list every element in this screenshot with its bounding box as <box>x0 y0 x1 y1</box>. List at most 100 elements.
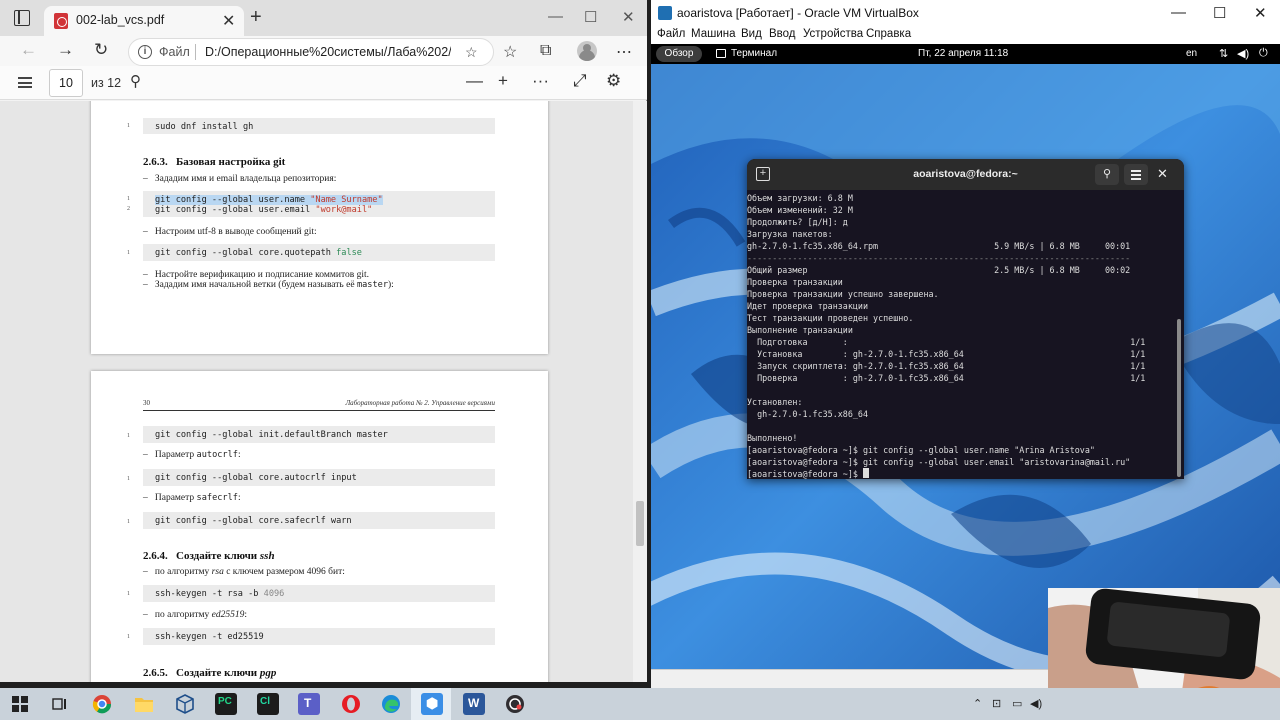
windows-start-icon[interactable] <box>12 696 28 712</box>
chrome-icon[interactable] <box>92 694 112 714</box>
line-number: 1 <box>127 433 130 439</box>
page-number-input[interactable]: 10 <box>49 69 83 97</box>
menu-file[interactable]: Файл <box>657 28 685 40</box>
table-of-contents-icon[interactable] <box>18 77 32 88</box>
list-item-text: : <box>237 450 241 460</box>
address-bar[interactable]: i Файл D:/Операционные%20системы/Лаба%20… <box>128 38 494 66</box>
favorite-add-icon[interactable]: ☆ <box>465 44 478 61</box>
maximize-icon[interactable]: ☐ <box>1213 4 1226 22</box>
back-icon[interactable]: ← <box>20 40 37 60</box>
tray-network-icon[interactable]: ▭ <box>1012 697 1022 710</box>
file-explorer-icon[interactable] <box>134 695 154 713</box>
code-block: git config --global init.defaultBranch m… <box>143 426 495 443</box>
pycharm-icon[interactable]: PC <box>215 693 237 715</box>
network-icon[interactable]: ⇅ <box>1219 47 1228 60</box>
virtualbox-taskbar-icon[interactable] <box>175 694 195 714</box>
page-total-label: из 12 <box>91 76 122 90</box>
clock[interactable]: Пт, 22 апреля 11:18 <box>918 48 1008 59</box>
address-separator <box>195 44 196 60</box>
terminal-scrollbar[interactable] <box>1177 319 1181 477</box>
edge-browser-window: 002-lab_vcs.pdf ✕ + — ☐ ✕ ← → ↻ i Файл D… <box>0 0 647 682</box>
menu-devices[interactable]: Устройства <box>803 28 863 40</box>
power-icon[interactable]: ⏻ <box>1259 47 1268 60</box>
menu-help[interactable]: Справка <box>866 28 911 40</box>
terminal-line: Проверка : gh-2.7.0-1.fc35.x86_64 1/1 <box>747 373 1146 383</box>
vscode-or-app-icon[interactable]: ⬢ <box>421 693 443 715</box>
menu-view[interactable]: Вид <box>741 28 762 40</box>
line-number: 1 <box>127 519 130 525</box>
opera-icon[interactable] <box>341 694 361 714</box>
list-item-text: по алгоритму <box>154 610 212 620</box>
code-line: git config --global init.defaultBranch m… <box>155 430 388 440</box>
clion-icon[interactable]: Cl <box>257 693 279 715</box>
section-title: Создайте ключи <box>176 550 260 562</box>
obs-icon[interactable] <box>505 694 525 714</box>
window-title: aoaristova [Работает] - Oracle VM Virtua… <box>677 6 919 20</box>
edge-icon[interactable] <box>381 694 401 714</box>
task-view-icon[interactable] <box>52 696 68 712</box>
forward-icon[interactable]: → <box>57 40 74 60</box>
close-icon[interactable]: ✕ <box>1157 166 1168 182</box>
vm-display[interactable]: Обзор Терминал Пт, 22 апреля 11:18 en ⇅ … <box>651 44 1280 669</box>
tray-volume-icon[interactable]: ◀) <box>1030 697 1042 710</box>
activities-button[interactable]: Обзор <box>656 46 702 62</box>
terminal-line: Установлен: <box>747 397 803 407</box>
tab-actions-icon[interactable] <box>14 10 30 26</box>
settings-gear-icon[interactable]: ⚙ <box>606 71 621 91</box>
minimize-icon[interactable]: — <box>1171 4 1186 21</box>
favorites-star-icon[interactable]: ☆ <box>503 42 517 62</box>
info-icon[interactable]: i <box>138 45 152 59</box>
search-icon[interactable]: ⚲ <box>130 72 141 90</box>
terminal-line: Подготовка : 1/1 <box>747 337 1146 347</box>
section-title: Создайте ключи <box>176 667 260 679</box>
line-number: 1 <box>127 591 130 597</box>
menu-input[interactable]: Ввод <box>769 28 796 40</box>
terminal-output[interactable]: Объем загрузки: 6.8 M Объем изменений: 32… <box>747 192 1177 479</box>
collections-icon[interactable]: ⧉ <box>540 42 551 60</box>
hamburger-menu-icon[interactable] <box>1124 164 1148 185</box>
profile-avatar[interactable] <box>577 41 597 61</box>
word-icon[interactable]: W <box>463 693 485 715</box>
refresh-icon[interactable]: ↻ <box>94 40 108 60</box>
code-text: ssh-keygen -t rsa -b <box>155 589 264 599</box>
pdf-scrollbar[interactable] <box>633 101 647 682</box>
list-item: – Зададим имя начальной ветки (будем наз… <box>143 280 394 290</box>
pdf-file-icon <box>54 13 68 29</box>
terminal-line: Объем загрузки: 6.8 M <box>747 193 853 203</box>
tray-chevron-icon[interactable]: ⌃ <box>973 697 982 710</box>
terminal-window[interactable]: + aoaristova@fedora:~ ⚲ ✕ Объем загрузки… <box>747 159 1184 479</box>
list-item-text: по алгоритму <box>154 567 212 577</box>
zoom-out-button[interactable]: — <box>466 71 483 91</box>
maximize-icon[interactable]: ☐ <box>584 8 597 26</box>
code-keyword: false <box>336 248 362 258</box>
browser-tab[interactable]: 002-lab_vcs.pdf ✕ <box>44 6 244 36</box>
terminal-line: Проверка транзакции успешно завершена. <box>747 289 939 299</box>
url-text[interactable]: D:/Операционные%20системы/Лаба%202/0... <box>205 45 451 59</box>
tray-usb-icon[interactable]: ⊡ <box>992 697 1001 710</box>
section-title-emphasis: pgp <box>259 667 277 679</box>
zoom-in-button[interactable]: + <box>498 71 508 91</box>
terminal-line: Выполнение транзакции <box>747 325 853 335</box>
scrollbar-thumb[interactable] <box>636 501 644 546</box>
fit-page-icon[interactable]: ⤢ <box>573 71 587 91</box>
tab-close-icon[interactable]: ✕ <box>222 11 235 31</box>
new-tab-button[interactable]: + <box>250 6 262 29</box>
virtualbox-window: aoaristova [Работает] - Oracle VM Virtua… <box>651 0 1280 688</box>
search-icon[interactable]: ⚲ <box>1095 164 1119 185</box>
volume-icon[interactable]: ◀) <box>1237 47 1249 60</box>
close-window-icon[interactable]: ✕ <box>622 8 635 26</box>
teams-icon[interactable]: T <box>298 693 320 715</box>
line-number: 1 <box>127 196 130 202</box>
list-item: – по алгоритму rsa с ключем размером 409… <box>143 567 345 577</box>
pdf-viewport[interactable]: 1 sudo dnf install gh 2.6.3. Базовая нас… <box>0 101 647 682</box>
close-window-icon[interactable]: ✕ <box>1254 4 1267 22</box>
settings-more-icon[interactable]: ⋯ <box>616 42 632 62</box>
menu-machine[interactable]: Машина <box>691 28 736 40</box>
active-app-label[interactable]: Терминал <box>731 48 777 59</box>
terminal-separator: ----------------------------------------… <box>747 253 1131 263</box>
keyboard-layout-indicator[interactable]: en <box>1186 48 1197 59</box>
more-tools-button[interactable]: ··· <box>532 71 549 91</box>
minimize-icon[interactable]: — <box>548 8 563 25</box>
page-number: 30 <box>143 399 150 407</box>
